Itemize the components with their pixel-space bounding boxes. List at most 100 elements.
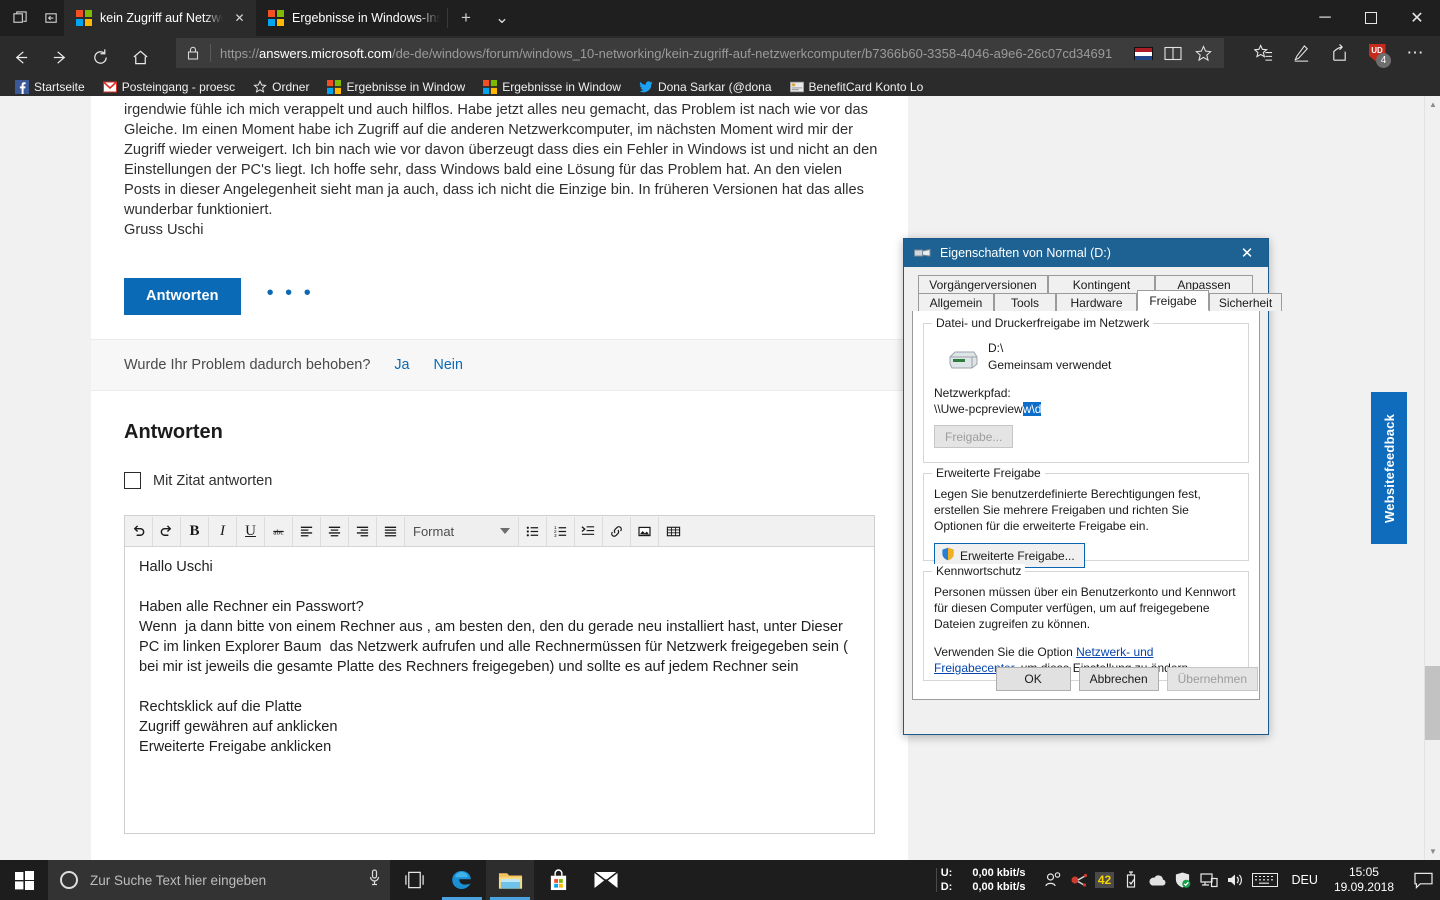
restore-button[interactable] <box>1348 0 1394 36</box>
tab-freigabe[interactable]: Freigabe <box>1137 290 1209 311</box>
extension-badge[interactable]: UD 4 <box>1358 38 1396 68</box>
network-share-group: Datei- und Druckerfreigabe im Netzwerk D… <box>923 316 1249 463</box>
close-icon[interactable]: ✕ <box>1226 239 1268 267</box>
drive-row: D:\ Gemeinsam verwendet <box>934 336 1238 385</box>
web-notes-icon[interactable] <box>1282 38 1320 68</box>
set-tabs-aside-icon[interactable] <box>39 5 64 31</box>
bookmark-item-3[interactable]: Ergebnisse in Window <box>318 80 474 94</box>
bookmark-item-1[interactable]: Posteingang - proesc <box>94 80 244 94</box>
bluetooth-device-icon[interactable] <box>1066 860 1092 900</box>
scroll-down-icon[interactable]: ▼ <box>1425 843 1440 860</box>
download-label: D: <box>940 881 953 893</box>
website-feedback-tab[interactable]: Websitefeedback <box>1371 392 1407 544</box>
search-box[interactable]: Zur Suche Text hier eingeben <box>48 860 390 900</box>
minimize-button[interactable]: ─ <box>1302 0 1348 36</box>
link-icon[interactable] <box>603 516 631 546</box>
tab-tools[interactable]: Tools <box>994 293 1056 311</box>
align-justify-icon[interactable] <box>377 516 405 546</box>
table-icon[interactable] <box>659 517 687 546</box>
numbered-list-icon[interactable]: 123 <box>547 516 575 546</box>
clock[interactable]: 15:05 19.09.2018 <box>1328 865 1406 895</box>
image-icon[interactable] <box>631 516 659 546</box>
tab-item-1[interactable]: Ergebnisse in Windows-Insi <box>256 0 448 36</box>
windows-defender-icon[interactable] <box>1170 860 1196 900</box>
bookmark-item-4[interactable]: Ergebnisse in Window <box>474 80 630 94</box>
temperature-value: 42 <box>1094 872 1115 888</box>
close-button[interactable]: ✕ <box>1394 0 1440 36</box>
bullet-list-icon[interactable] <box>519 516 547 546</box>
editor-text-area[interactable]: Hallo Uschi Haben alle Rechner ein Passw… <box>125 547 874 833</box>
more-settings-icon[interactable]: ⋯ <box>1396 38 1434 68</box>
mail-icon[interactable] <box>582 860 630 900</box>
bookmark-item-0[interactable]: Startseite <box>6 80 94 94</box>
address-bar[interactable]: https://answers.microsoft.com/de-de/wind… <box>176 38 1224 68</box>
bookmark-item-6[interactable]: BenefitCard Konto Lo <box>781 80 933 94</box>
post-signature: Gruss Uschi <box>124 222 204 238</box>
bookmark-item-2[interactable]: Ordner <box>244 80 318 94</box>
bookmark-item-5[interactable]: Dona Sarkar (@dona <box>630 80 781 94</box>
close-icon[interactable]: ✕ <box>231 9 248 27</box>
redo-icon[interactable] <box>153 516 181 546</box>
reading-view-icon[interactable] <box>1158 38 1188 68</box>
action-center-icon[interactable] <box>1406 860 1440 900</box>
language-indicator[interactable]: DEU <box>1282 873 1328 887</box>
tab-item-0[interactable]: kein Zugriff auf Netzwer ✕ <box>64 0 256 36</box>
back-icon[interactable] <box>0 36 40 78</box>
tab-hardware[interactable]: Hardware <box>1056 293 1137 311</box>
undo-icon[interactable] <box>125 516 153 546</box>
share-icon[interactable] <box>1320 38 1358 68</box>
bold-icon[interactable]: B <box>181 516 209 546</box>
scroll-up-icon[interactable]: ▲ <box>1425 96 1440 113</box>
edge-browser-icon[interactable] <box>438 860 486 900</box>
ok-button[interactable]: OK <box>995 667 1071 691</box>
resolve-yes-link[interactable]: Ja <box>394 357 409 373</box>
bookmark-label: Posteingang - proesc <box>121 80 236 94</box>
shield-icon <box>941 547 955 564</box>
resolve-no-link[interactable]: Nein <box>434 357 463 373</box>
task-view-icon[interactable] <box>390 860 438 900</box>
quote-reply-checkbox[interactable] <box>124 472 141 489</box>
file-explorer-icon[interactable] <box>486 860 534 900</box>
forward-icon[interactable] <box>40 36 80 78</box>
microphone-icon[interactable] <box>367 869 382 891</box>
cancel-button[interactable]: Abbrechen <box>1078 667 1159 691</box>
home-icon[interactable] <box>120 36 160 78</box>
people-icon[interactable] <box>1040 860 1066 900</box>
tab-menu-chevron-down-icon[interactable]: ⌄ <box>484 0 520 36</box>
favorites-hub-icon[interactable] <box>1244 38 1282 68</box>
scrollbar-thumb[interactable] <box>1425 666 1440 740</box>
strikethrough-icon[interactable]: abc <box>265 516 293 546</box>
post-actions: Antworten • • • <box>91 240 908 339</box>
underline-icon[interactable]: U <box>237 516 265 546</box>
tab-sicherheit[interactable]: Sicherheit <box>1209 293 1282 311</box>
align-center-icon[interactable] <box>321 516 349 546</box>
microsoft-store-icon[interactable] <box>534 860 582 900</box>
new-tab-button[interactable]: + <box>448 0 484 36</box>
volume-icon[interactable] <box>1222 860 1248 900</box>
temperature-badge[interactable]: 42 <box>1092 860 1118 900</box>
refresh-icon[interactable] <box>80 36 120 78</box>
start-button[interactable] <box>0 860 48 900</box>
reply-button[interactable]: Antworten <box>124 278 241 315</box>
tab-vorgaengerversionen[interactable]: Vorgängerversionen <box>918 275 1048 293</box>
netpath-value[interactable]: \\Uwe-pcprevieww\d <box>934 402 1238 416</box>
onedrive-icon[interactable] <box>1144 860 1170 900</box>
italic-icon[interactable]: I <box>209 516 237 546</box>
favorite-star-icon[interactable] <box>1188 38 1218 68</box>
restore-tabs-icon[interactable] <box>8 5 33 31</box>
page-scrollbar[interactable]: ▲ ▼ <box>1424 96 1440 860</box>
search-input[interactable]: Zur Suche Text hier eingeben <box>90 873 355 888</box>
network-icon[interactable] <box>1196 860 1222 900</box>
indent-icon[interactable] <box>575 516 603 546</box>
url-text[interactable]: https://answers.microsoft.com/de-de/wind… <box>211 46 1128 61</box>
screen: kein Zugriff auf Netzwer ✕ Ergebnisse in… <box>0 0 1440 900</box>
freigabe-panel: Datei- und Druckerfreigabe im Netzwerk D… <box>912 311 1260 700</box>
format-dropdown[interactable]: Format <box>405 516 519 546</box>
usb-eject-icon[interactable] <box>1118 860 1144 900</box>
align-left-icon[interactable] <box>293 516 321 546</box>
keyboard-icon[interactable] <box>1248 860 1282 900</box>
more-actions-icon[interactable]: • • • <box>267 283 314 306</box>
facebook-icon <box>15 80 29 94</box>
tab-allgemein[interactable]: Allgemein <box>918 293 994 311</box>
align-right-icon[interactable] <box>349 516 377 546</box>
